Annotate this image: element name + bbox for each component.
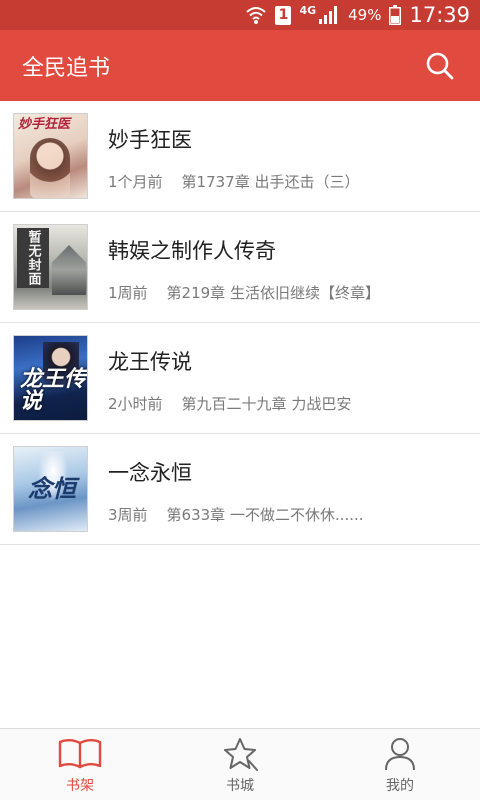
book-row-2[interactable]: 暂无封面 韩娱之制作人传奇 1周前 第219章 生活依旧继续【终章】 — [0, 212, 480, 323]
update-time: 3周前 — [108, 506, 148, 524]
book-cover: 念恒 — [13, 446, 88, 532]
battery-percent: 49% — [348, 6, 382, 24]
tab-label: 书城 — [226, 777, 254, 794]
search-icon — [426, 52, 454, 79]
cover-title: 龙王传说 — [20, 366, 87, 414]
book-row-4[interactable]: 念恒 一念永恒 3周前 第633章 一不做二不休休...... — [0, 434, 480, 545]
status-bar: 1 4G 49% 17:39 — [0, 0, 480, 30]
user-icon — [377, 735, 423, 773]
update-time: 1个月前 — [108, 173, 163, 191]
sim-icon: 1 — [275, 5, 292, 25]
app-title: 全民追书 — [22, 55, 111, 81]
wifi-icon — [245, 5, 267, 25]
latest-chapter: 第1737章 出手还击（三） — [181, 173, 360, 191]
cover-title: 妙手狂医 — [18, 117, 71, 132]
network-type: 4G — [299, 3, 317, 17]
book-title: 龙王传说 — [108, 350, 192, 374]
update-time: 2小时前 — [108, 395, 163, 413]
update-time: 1周前 — [108, 284, 148, 302]
latest-chapter: 第219章 生活依旧继续【终章】 — [166, 284, 380, 302]
clock: 17:39 — [409, 3, 470, 27]
tab-bookshelf[interactable]: 书架 — [0, 729, 160, 800]
book-cover: 龙王传说 — [13, 335, 88, 421]
app-bar: 全民追书 — [0, 30, 480, 101]
tab-label: 我的 — [386, 777, 414, 794]
bookshelf-list: 妙手狂医 妙手狂医 1个月前 第1737章 出手还击（三） 暂无封面 韩娱之制作… — [0, 101, 480, 545]
book-cover: 暂无封面 — [13, 224, 88, 310]
tab-bookstore[interactable]: 书城 — [160, 729, 320, 800]
book-cover: 妙手狂医 — [13, 113, 88, 199]
book-row-1[interactable]: 妙手狂医 妙手狂医 1个月前 第1737章 出手还击（三） — [0, 101, 480, 212]
tab-label: 书架 — [66, 777, 94, 794]
book-open-icon — [57, 735, 103, 773]
latest-chapter: 第九百二十九章 力战巴安 — [181, 395, 352, 413]
signal-icon: 4G — [299, 3, 340, 25]
latest-chapter: 第633章 一不做二不休休...... — [166, 506, 364, 524]
book-title: 妙手狂医 — [108, 128, 192, 152]
book-title: 韩娱之制作人传奇 — [108, 239, 276, 263]
book-row-3[interactable]: 龙王传说 龙王传说 2小时前 第九百二十九章 力战巴安 — [0, 323, 480, 434]
battery-icon — [389, 5, 402, 25]
bottom-nav: 书架 书城 我的 — [0, 728, 480, 800]
cover-title: 暂无封面 — [17, 228, 49, 288]
tab-profile[interactable]: 我的 — [320, 729, 480, 800]
star-icon — [217, 735, 263, 773]
cover-title: 念恒 — [28, 474, 76, 503]
sim-label: 1 — [275, 5, 292, 25]
book-title: 一念永恒 — [108, 461, 192, 485]
search-button[interactable] — [422, 48, 458, 84]
